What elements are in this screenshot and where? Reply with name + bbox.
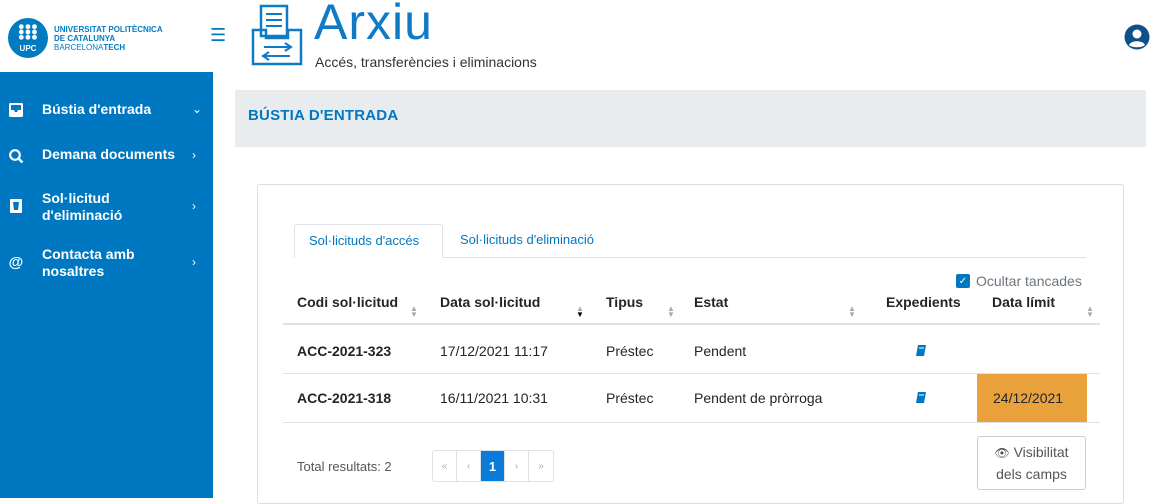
tab-access-requests[interactable]: Sol·licituds d'accés xyxy=(294,224,443,258)
sidebar-item-request-documents[interactable]: Demana documents › xyxy=(0,145,213,169)
pagination: « ‹ 1 › » xyxy=(432,450,554,482)
column-header-type[interactable]: Tipus xyxy=(606,294,643,310)
cell-date: 16/11/2021 10:31 xyxy=(440,390,548,406)
column-visibility-button[interactable]: 👁 Visibilitat dels camps xyxy=(977,436,1086,490)
sort-desc-icon[interactable]: ▲ ▼ xyxy=(576,305,584,319)
column-header-deadline[interactable]: Data límit xyxy=(992,294,1055,310)
prev-page-button[interactable]: ‹ xyxy=(457,451,481,481)
visibility-label-2: dels camps xyxy=(996,466,1067,482)
sidebar-item-elimination-request[interactable]: Sol·licitud d'eliminació › xyxy=(0,190,213,230)
hide-closed-label: Ocultar tancades xyxy=(976,273,1082,289)
archive-transfer-icon xyxy=(251,4,303,66)
request-tabs: Sol·licituds d'accés Sol·licituds d'elim… xyxy=(294,224,1086,258)
trash-icon xyxy=(10,199,22,213)
sidebar-item-inbox[interactable]: Bústia d'entrada ⌄ xyxy=(0,98,213,122)
cell-type: Préstec xyxy=(606,390,654,406)
book-icon[interactable] xyxy=(916,392,926,403)
sort-icon[interactable]: ▲ ▼ xyxy=(1086,305,1094,319)
page-title: BÚSTIA D'ENTRADA xyxy=(248,107,399,124)
chevron-down-icon: ⌄ xyxy=(192,102,203,116)
brand-line-3a: BARCELONA xyxy=(54,42,104,52)
page-1-button[interactable]: 1 xyxy=(481,451,505,481)
cell-type: Préstec xyxy=(606,343,654,359)
sort-icon[interactable]: ▲ ▼ xyxy=(667,305,675,319)
brand-line-1: UNIVERSITAT POLITÈCNICA xyxy=(54,24,163,34)
column-header-status[interactable]: Estat xyxy=(694,294,728,310)
upc-logo-initials: UPC xyxy=(19,44,37,53)
top-bar: UPC UNIVERSITAT POLITÈCNICA DE CATALUNYA… xyxy=(0,0,1153,72)
at-icon: @ xyxy=(8,253,24,271)
menu-toggle-icon[interactable]: ☰ xyxy=(210,26,226,44)
cell-deadline: 24/12/2021 xyxy=(993,390,1064,406)
app-title: Arxiu xyxy=(314,0,433,50)
upc-logo-mark: UPC xyxy=(8,18,48,58)
chevron-right-icon: › xyxy=(192,199,196,213)
cell-status: Pendent de pròrroga xyxy=(694,390,823,406)
column-header-date[interactable]: Data sol·licitud xyxy=(440,294,540,310)
upc-logo-text: UNIVERSITAT POLITÈCNICA DE CATALUNYA BAR… xyxy=(54,25,163,52)
table-header-divider xyxy=(283,323,1100,325)
column-header-code[interactable]: Codi sol·licitud xyxy=(297,294,398,310)
sort-icon[interactable]: ▲ ▼ xyxy=(410,305,418,319)
last-page-button[interactable]: » xyxy=(529,451,553,481)
tab-elimination-requests[interactable]: Sol·licituds d'eliminació xyxy=(446,224,622,258)
eye-icon: 👁 xyxy=(994,446,1010,460)
sidebar-item-label: Bústia d'entrada xyxy=(42,101,152,117)
app-subtitle: Accés, transferències i eliminacions xyxy=(315,54,537,70)
search-icon xyxy=(9,149,24,164)
checkbox-checked-icon[interactable]: ✓ xyxy=(956,274,970,288)
upc-logo[interactable]: UPC UNIVERSITAT POLITÈCNICA DE CATALUNYA… xyxy=(8,18,163,58)
sidebar: Bústia d'entrada ⌄ Demana documents › So… xyxy=(0,72,213,498)
row-divider xyxy=(283,422,1100,423)
chevron-right-icon: › xyxy=(192,255,196,269)
cell-status: Pendent xyxy=(694,343,747,359)
cell-code: ACC-2021-323 xyxy=(297,343,392,359)
cell-code: ACC-2021-318 xyxy=(297,390,392,406)
next-page-button[interactable]: › xyxy=(505,451,529,481)
chevron-right-icon: › xyxy=(192,148,196,162)
sort-icon[interactable]: ▲ ▼ xyxy=(848,305,856,319)
cell-date: 17/12/2021 11:17 xyxy=(440,343,548,359)
visibility-label-1: Visibilitat xyxy=(1013,444,1069,460)
column-header-files: Expedients xyxy=(886,294,961,310)
first-page-button[interactable]: « xyxy=(433,451,457,481)
sidebar-item-contact[interactable]: @ Contacta amb nosaltres › xyxy=(0,246,213,286)
hide-closed-filter[interactable]: ✓ Ocultar tancades xyxy=(956,273,1082,289)
total-results: Total resultats: 2 xyxy=(297,459,392,474)
user-account-icon[interactable] xyxy=(1124,24,1150,50)
brand-line-3b: TECH xyxy=(103,42,126,52)
inbox-icon xyxy=(9,103,23,117)
sidebar-item-label: Sol·licitud d'eliminació xyxy=(42,190,123,223)
sidebar-item-label: Demana documents xyxy=(42,146,176,162)
sidebar-item-label: Contacta amb nosaltres xyxy=(42,246,135,279)
book-icon[interactable] xyxy=(916,345,926,356)
brand-line-2: DE CATALUNYA xyxy=(54,33,116,43)
